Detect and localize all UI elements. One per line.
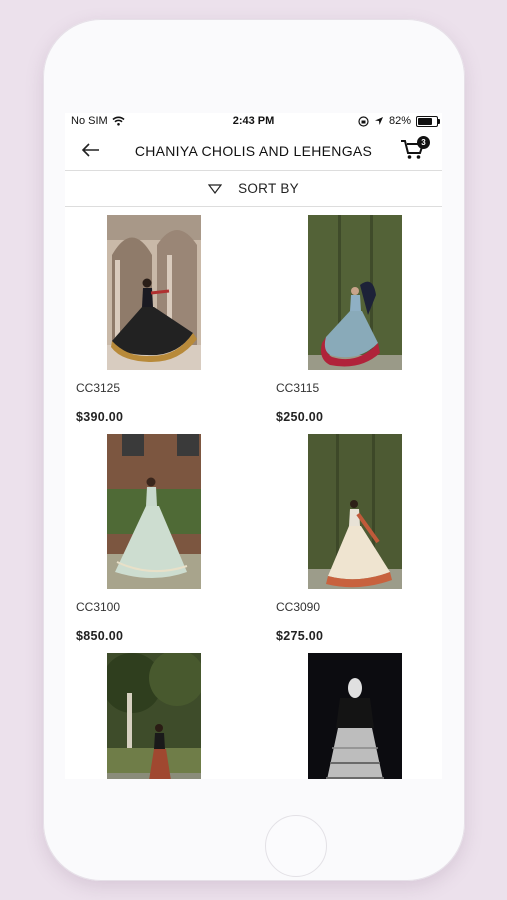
- product-code: CC3100: [76, 600, 121, 614]
- product-image[interactable]: [308, 215, 402, 370]
- app-screen: No SIM 2:43 PM 82% CHANIYA CHOLIS AND LE…: [65, 113, 442, 779]
- product-image[interactable]: [308, 653, 402, 779]
- product-card[interactable]: [265, 653, 442, 779]
- nav-header: CHANIYA CHOLIS AND LEHENGAS 3: [65, 130, 442, 170]
- triangle-down-icon: [208, 183, 223, 194]
- product-code: CC3090: [276, 600, 321, 614]
- cart-count-badge: 3: [417, 136, 430, 149]
- product-card[interactable]: CC3125 $390.00: [65, 215, 243, 425]
- battery-icon: [416, 115, 440, 127]
- cart-button[interactable]: 3: [400, 136, 430, 164]
- product-price: $250.00: [276, 410, 324, 424]
- product-card[interactable]: CC3115 $250.00: [265, 215, 442, 425]
- product-code: CC3115: [276, 381, 320, 395]
- product-price: $275.00: [276, 629, 324, 643]
- status-bar: No SIM 2:43 PM 82%: [65, 113, 442, 130]
- sort-by-button[interactable]: SORT BY: [65, 170, 442, 207]
- product-card[interactable]: [65, 653, 243, 779]
- product-image[interactable]: [308, 434, 402, 589]
- product-image[interactable]: [107, 215, 201, 370]
- product-card[interactable]: CC3090 $275.00: [265, 434, 442, 644]
- battery-percent: 82%: [388, 115, 411, 127]
- product-code: CC3125: [76, 381, 121, 395]
- location-arrow-icon: [374, 117, 383, 125]
- product-image[interactable]: [107, 653, 201, 779]
- product-image[interactable]: [107, 434, 201, 589]
- product-price: $850.00: [76, 629, 124, 643]
- product-price: $390.00: [76, 410, 124, 424]
- home-button[interactable]: [265, 815, 327, 877]
- back-arrow-icon[interactable]: [79, 138, 103, 162]
- screen-lock-icon: [358, 115, 369, 127]
- page-title: CHANIYA CHOLIS AND LEHENGAS: [134, 143, 373, 159]
- product-card[interactable]: CC3100 $850.00: [65, 434, 243, 644]
- sort-by-label: SORT BY: [238, 181, 299, 196]
